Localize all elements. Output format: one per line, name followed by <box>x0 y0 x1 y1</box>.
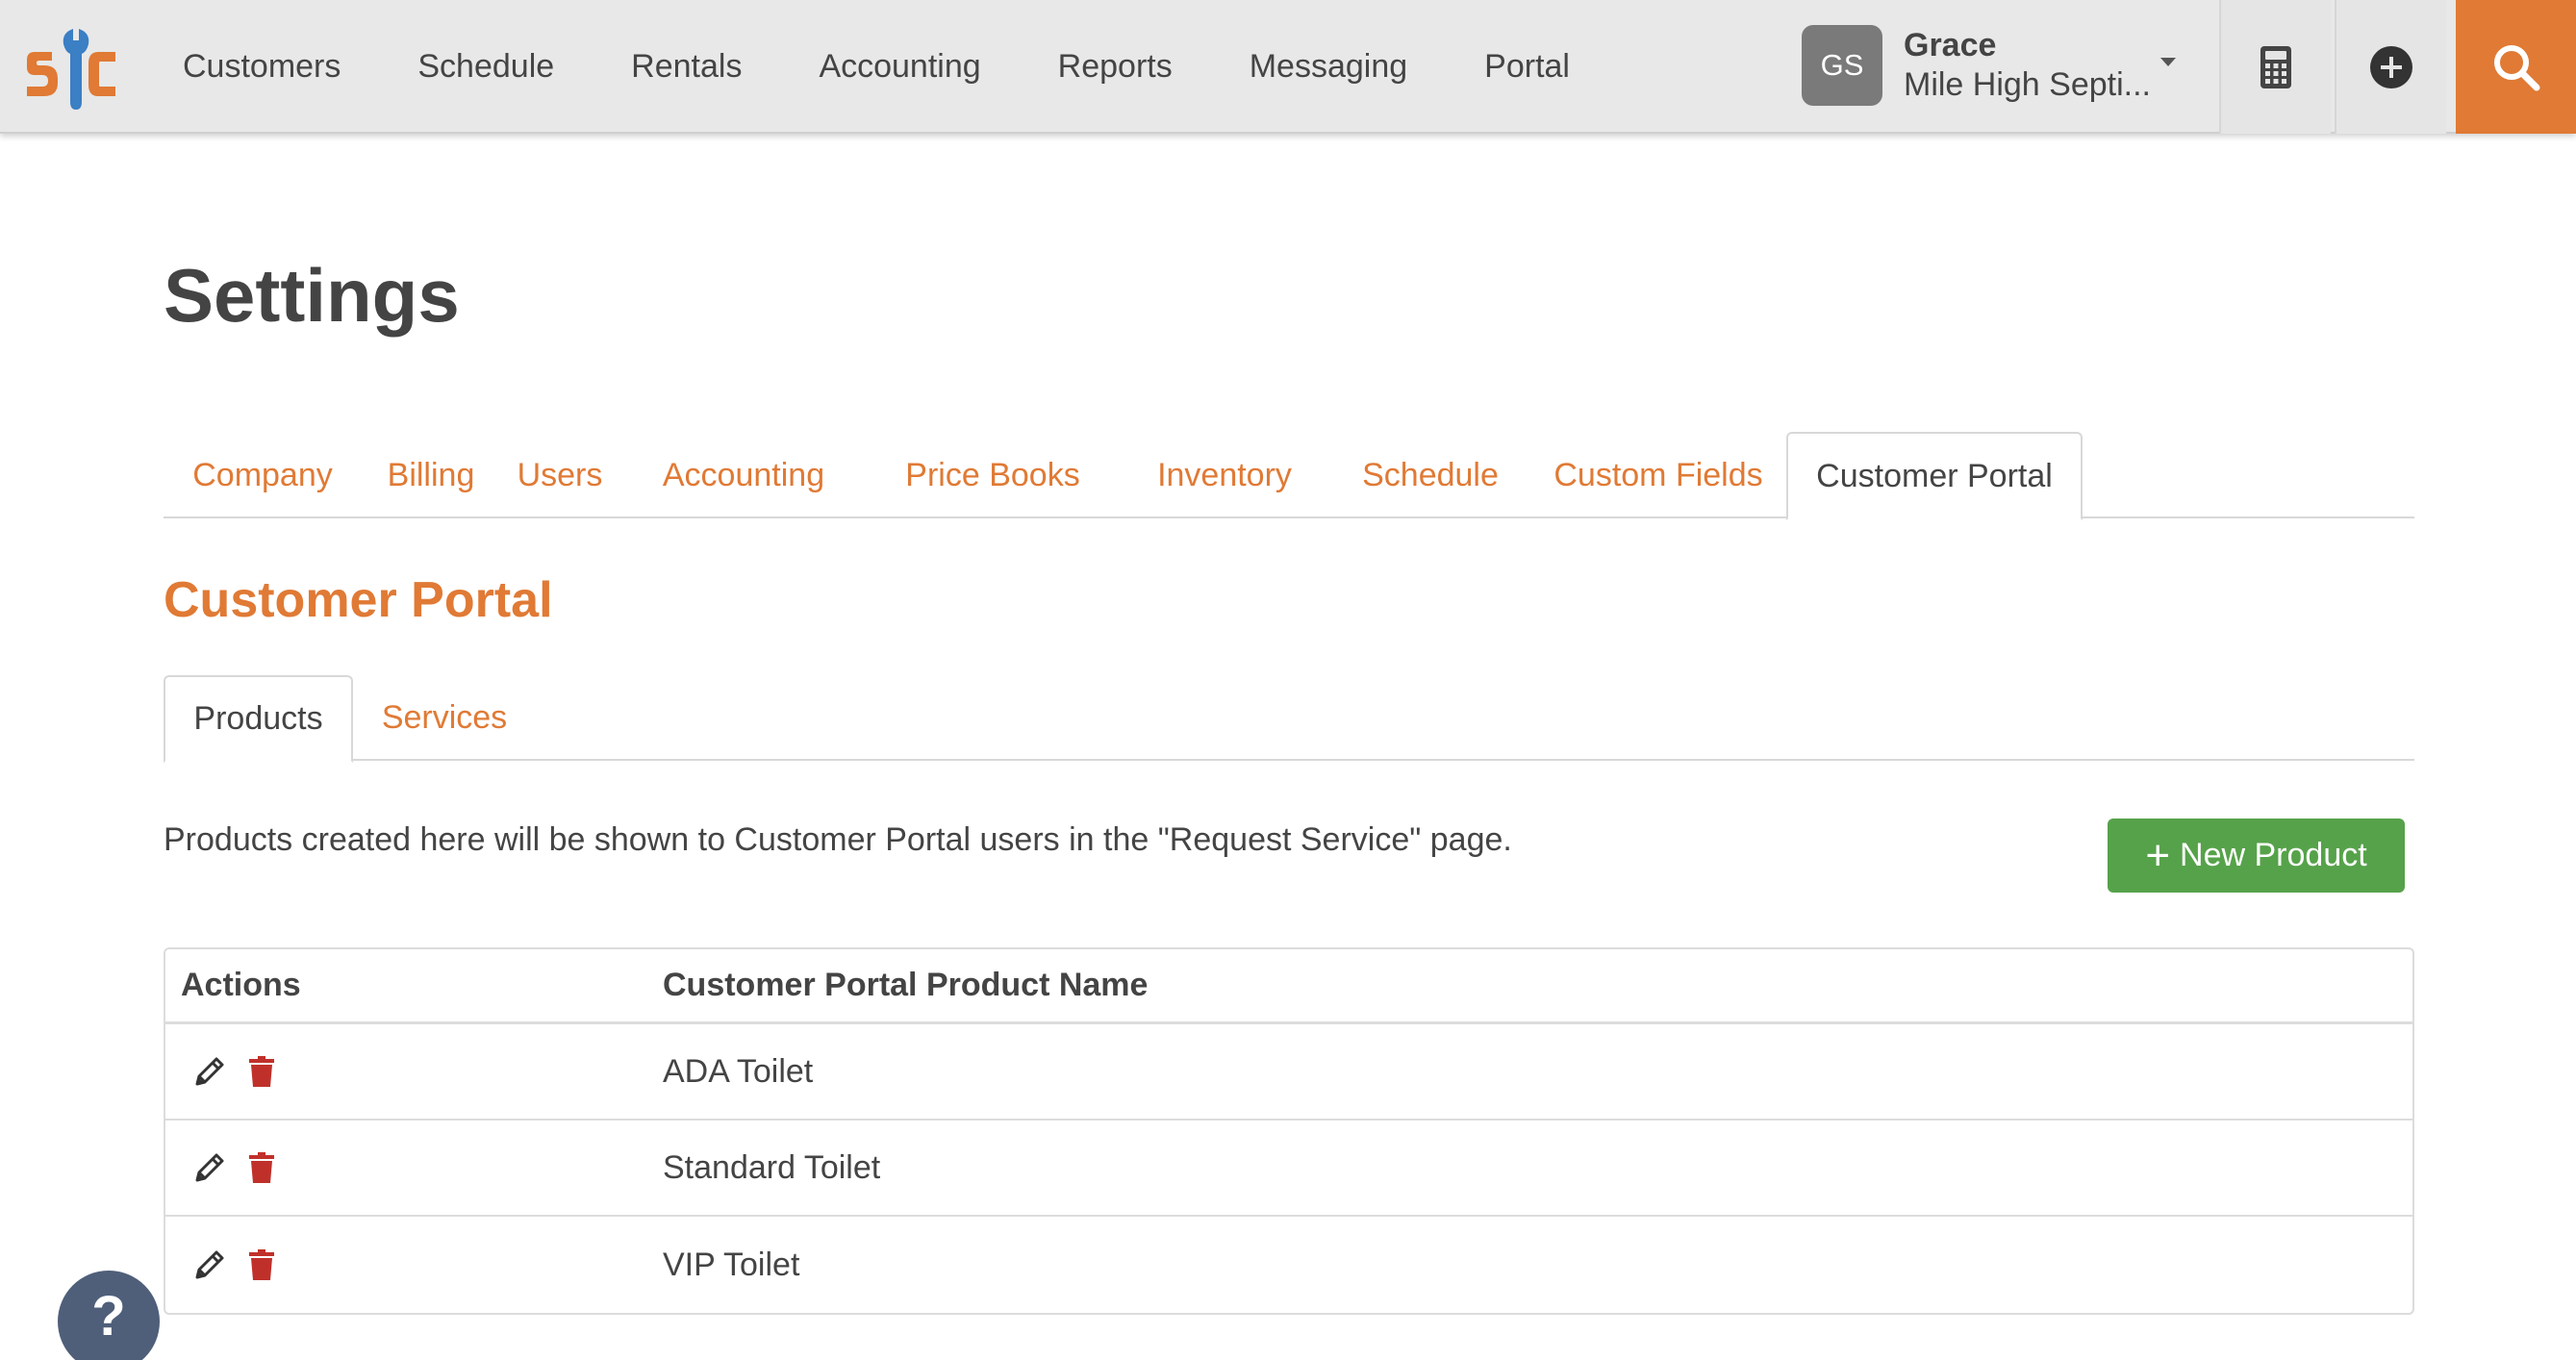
app-logo[interactable] <box>23 25 119 112</box>
help-button[interactable]: ? <box>58 1271 160 1360</box>
row-actions <box>165 1247 663 1282</box>
calculator-icon <box>2260 45 2291 88</box>
edit-icon[interactable] <box>192 1247 227 1282</box>
tab-price-books[interactable]: Price Books <box>868 432 1118 518</box>
user-info: Grace Mile High Septi... <box>1904 26 2156 105</box>
nav-schedule[interactable]: Schedule <box>417 48 554 86</box>
table-row: ADA Toilet <box>165 1024 2412 1121</box>
nav-customers[interactable]: Customers <box>183 48 341 86</box>
tab-company[interactable]: Company <box>164 432 362 518</box>
tab-customer-portal[interactable]: Customer Portal <box>1786 432 2083 520</box>
plus-circle-icon <box>2370 45 2412 88</box>
edit-icon[interactable] <box>192 1054 227 1089</box>
user-menu[interactable]: GS Grace Mile High Septi... <box>1802 25 2156 106</box>
table-row: Standard Toilet <box>165 1121 2412 1217</box>
tab-services[interactable]: Services <box>353 675 536 761</box>
help-label: ? <box>91 1285 126 1347</box>
main-nav: Customers Schedule Rentals Accounting Re… <box>183 0 1647 134</box>
product-name: ADA Toilet <box>663 1052 814 1090</box>
delete-icon[interactable] <box>244 1054 279 1089</box>
tab-accounting[interactable]: Accounting <box>619 432 868 518</box>
quick-add-button[interactable] <box>2335 0 2446 134</box>
plus-icon: + <box>2145 831 2171 879</box>
caret-down-icon[interactable] <box>2160 58 2176 66</box>
products-table: Actions Customer Portal Product Name ADA… <box>164 947 2414 1315</box>
row-actions <box>165 1150 663 1185</box>
page-title: Settings <box>164 253 460 338</box>
user-organization: Mile High Septi... <box>1904 66 2151 103</box>
product-name: VIP Toilet <box>663 1246 800 1283</box>
delete-icon[interactable] <box>244 1150 279 1185</box>
section-title: Customer Portal <box>164 572 553 628</box>
portal-sub-tabs: Products Services <box>164 675 2414 763</box>
tab-custom-fields[interactable]: Custom Fields <box>1529 432 1787 518</box>
column-header-product-name: Customer Portal Product Name <box>663 967 1149 1003</box>
tab-billing[interactable]: Billing <box>362 432 500 518</box>
tab-products[interactable]: Products <box>164 675 353 763</box>
new-product-label: New Product <box>2180 837 2367 873</box>
search-button[interactable] <box>2456 0 2576 134</box>
user-name: Grace <box>1904 27 1997 63</box>
table-row: VIP Toilet <box>165 1217 2412 1313</box>
calculator-button[interactable] <box>2219 0 2331 134</box>
new-product-button[interactable]: + New Product <box>2108 819 2405 893</box>
edit-icon[interactable] <box>192 1150 227 1185</box>
avatar: GS <box>1802 25 1882 106</box>
nav-reports[interactable]: Reports <box>1058 48 1173 86</box>
nav-accounting[interactable]: Accounting <box>819 48 980 86</box>
table-header: Actions Customer Portal Product Name <box>165 949 2412 1024</box>
nav-messaging[interactable]: Messaging <box>1250 48 1407 86</box>
tab-inventory[interactable]: Inventory <box>1118 432 1331 518</box>
description-text: Products created here will be shown to C… <box>164 821 1512 858</box>
search-icon <box>2493 44 2539 90</box>
settings-tabs: Company Billing Users Accounting Price B… <box>164 432 2414 520</box>
nav-rentals[interactable]: Rentals <box>631 48 742 86</box>
delete-icon[interactable] <box>244 1247 279 1282</box>
product-name: Standard Toilet <box>663 1148 881 1186</box>
tab-schedule[interactable]: Schedule <box>1331 432 1529 518</box>
top-navbar: Customers Schedule Rentals Accounting Re… <box>0 0 2576 134</box>
tab-users[interactable]: Users <box>500 432 619 518</box>
nav-portal[interactable]: Portal <box>1484 48 1570 86</box>
row-actions <box>165 1054 663 1089</box>
column-header-actions: Actions <box>181 967 301 1003</box>
